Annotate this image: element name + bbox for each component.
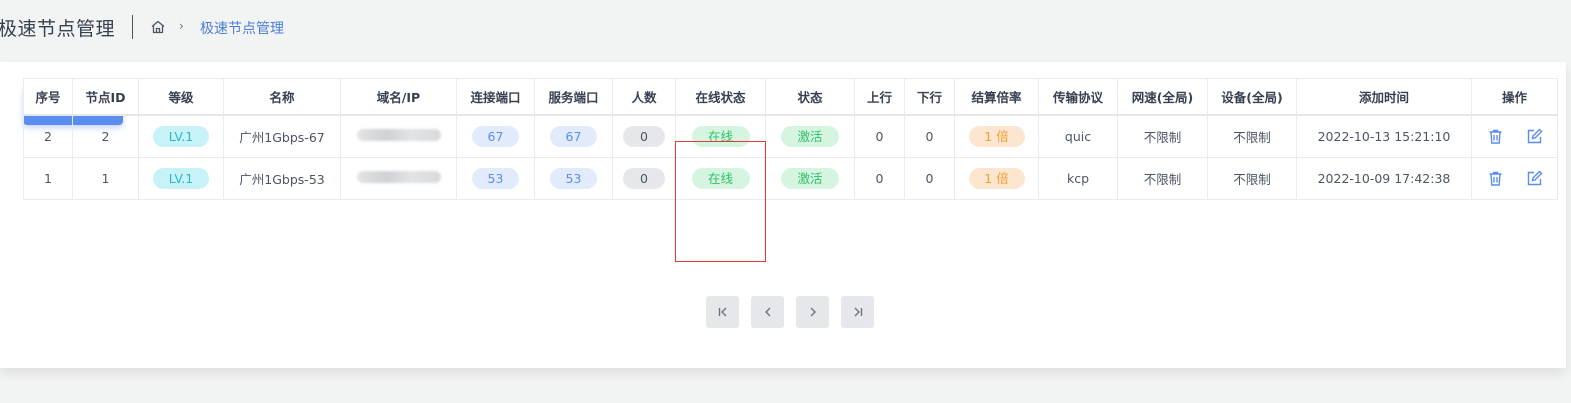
column-header: 状态: [765, 78, 855, 116]
cell-rate: 1 倍: [954, 156, 1039, 200]
table-row: 1 1 LV.1 广州1Gbps-53 53 53 0 在线 激活 0 0 1 …: [23, 156, 1558, 200]
level-badge: LV.1: [152, 125, 210, 147]
rate-badge: 1 倍: [968, 167, 1025, 189]
cell-service-port: 53: [534, 156, 613, 200]
cell-connect-port: 53: [456, 156, 535, 200]
connect-port-badge: 53: [472, 167, 519, 189]
service-port-badge: 67: [550, 125, 597, 147]
cell-down: 0: [904, 114, 955, 158]
cell-actions: [1471, 114, 1558, 158]
cell-protocol: kcp: [1038, 156, 1118, 200]
chevron-left-icon: [764, 307, 770, 317]
cell-level: LV.1: [138, 156, 224, 200]
node-table: 序号 节点ID 等级 名称 域名/IP 连接端口 服务端口 人数 在线状态 状态…: [23, 78, 1558, 200]
cell-users: 0: [612, 156, 676, 200]
edit-icon[interactable]: [1526, 128, 1543, 145]
cell-node-id: 2: [72, 114, 139, 158]
cell-added-time: 2022-10-09 17:42:38: [1296, 156, 1472, 200]
next-page-button[interactable]: [796, 296, 829, 328]
column-header: 网速(全局): [1117, 78, 1208, 116]
cell-index: 2: [23, 114, 73, 158]
column-header: 连接端口: [456, 78, 535, 116]
cell-node-id: 1: [72, 156, 139, 200]
cell-up: 0: [854, 114, 905, 158]
pagination: [706, 296, 874, 328]
page-title: 极速节点管理: [0, 18, 116, 40]
cell-name: 广州1Gbps-67: [223, 114, 341, 158]
online-status-badge: 在线: [691, 125, 750, 147]
column-header: 节点ID: [72, 78, 139, 116]
cell-online-status: 在线: [675, 114, 766, 158]
edit-icon[interactable]: [1526, 170, 1543, 187]
column-header: 传输协议: [1038, 78, 1118, 116]
cell-name: 广州1Gbps-53: [223, 156, 341, 200]
cell-connect-port: 67: [456, 114, 535, 158]
cell-domain-ip: [340, 156, 457, 200]
cell-service-port: 67: [534, 114, 613, 158]
first-page-button[interactable]: [706, 296, 739, 328]
cell-level: LV.1: [138, 114, 224, 158]
users-badge: 0: [623, 125, 665, 147]
column-header: 下行: [904, 78, 955, 116]
column-header: 名称: [223, 78, 341, 116]
cell-status: 激活: [765, 156, 855, 200]
column-header: 序号: [23, 78, 73, 116]
redacted-domain: [356, 128, 441, 141]
cell-online-status: 在线: [675, 156, 766, 200]
prev-page-button[interactable]: [751, 296, 784, 328]
column-header: 服务端口: [534, 78, 613, 116]
trash-icon[interactable]: [1487, 128, 1504, 145]
home-icon[interactable]: [150, 19, 166, 35]
last-page-button[interactable]: [841, 296, 874, 328]
cell-added-time: 2022-10-13 15:21:10: [1296, 114, 1472, 158]
redacted-domain: [356, 170, 441, 183]
cell-users: 0: [612, 114, 676, 158]
rate-badge: 1 倍: [968, 125, 1025, 147]
table-header-row: 序号 节点ID 等级 名称 域名/IP 连接端口 服务端口 人数 在线状态 状态…: [23, 78, 1558, 116]
column-header: 人数: [612, 78, 676, 116]
breadcrumb-current: 极速节点管理: [200, 21, 284, 37]
users-badge: 0: [623, 167, 665, 189]
cell-devices: 不限制: [1207, 156, 1297, 200]
trash-icon[interactable]: [1487, 170, 1504, 187]
level-badge: LV.1: [152, 167, 210, 189]
column-header: 设备(全局): [1207, 78, 1297, 116]
column-header: 添加时间: [1296, 78, 1472, 116]
status-badge: 激活: [781, 125, 839, 147]
cell-down: 0: [904, 156, 955, 200]
chevron-right-icon: ›: [179, 19, 184, 33]
status-badge: 激活: [781, 167, 839, 189]
column-header: 在线状态: [675, 78, 766, 116]
cell-rate: 1 倍: [954, 114, 1039, 158]
column-header: 域名/IP: [340, 78, 457, 116]
cell-speed: 不限制: [1117, 156, 1208, 200]
column-header: 操作: [1471, 78, 1558, 116]
title-divider: [132, 15, 133, 39]
column-header: 结算倍率: [954, 78, 1039, 116]
connect-port-badge: 67: [472, 125, 519, 147]
chevron-right-icon: [810, 307, 816, 317]
online-status-badge: 在线: [691, 167, 750, 189]
page-header: 极速节点管理 › 极速节点管理: [0, 0, 1571, 54]
cell-up: 0: [854, 156, 905, 200]
first-page-icon: [718, 307, 726, 317]
cell-status: 激活: [765, 114, 855, 158]
cell-devices: 不限制: [1207, 114, 1297, 158]
table-row: 2 2 LV.1 广州1Gbps-67 67 67 0 在线 激活 0 0 1 …: [23, 114, 1558, 158]
column-header: 等级: [138, 78, 224, 116]
cell-domain-ip: [340, 114, 457, 158]
cell-actions: [1471, 156, 1558, 200]
cell-speed: 不限制: [1117, 114, 1208, 158]
last-page-icon: [854, 307, 862, 317]
service-port-badge: 53: [550, 167, 597, 189]
cell-protocol: quic: [1038, 114, 1118, 158]
column-header: 上行: [854, 78, 905, 116]
cell-index: 1: [23, 156, 73, 200]
